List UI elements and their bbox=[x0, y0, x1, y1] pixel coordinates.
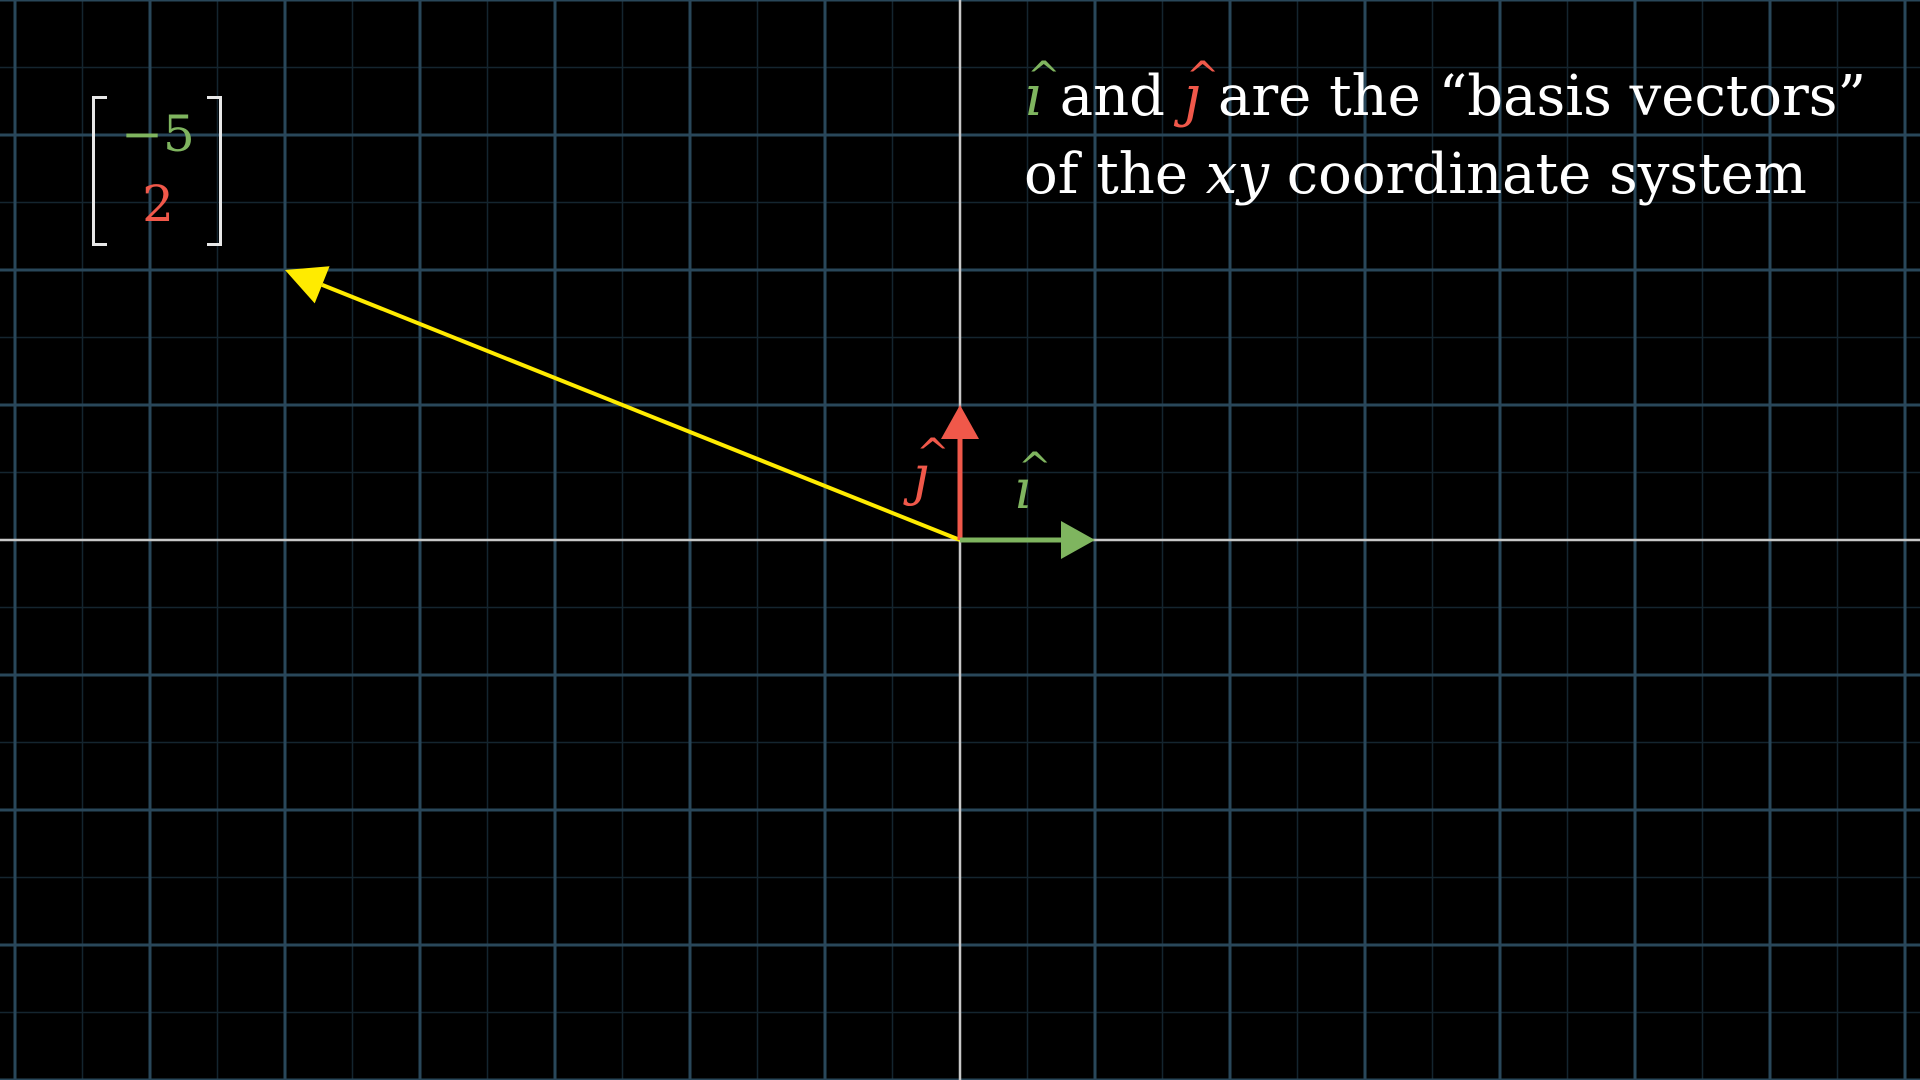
caption-line-1: ^ ı and ^ ȷ are the “basis vectors” bbox=[1024, 54, 1904, 136]
left-bracket bbox=[92, 96, 107, 246]
caption-xy: xy bbox=[1205, 142, 1269, 207]
caption-and: and bbox=[1041, 64, 1183, 129]
vector-x-entry: −5 bbox=[121, 105, 195, 163]
caption-j-hat-accent: ^ bbox=[1185, 54, 1220, 100]
column-vector: −5 2 bbox=[92, 96, 222, 246]
vector-y-entry: 2 bbox=[142, 175, 174, 233]
i-hat-label: ^ ı bbox=[1014, 445, 1052, 520]
caption-line-2: of the xy coordinate system bbox=[1024, 136, 1904, 214]
caption-j-hat: ^ ȷ bbox=[1183, 54, 1220, 136]
caption-line-2-pre: of the bbox=[1024, 142, 1206, 207]
caption: ^ ı and ^ ȷ are the “basis vectors” of the… bbox=[1024, 54, 1904, 214]
j-hat-accent: ^ bbox=[916, 431, 950, 477]
caption-line-2-post: coordinate system bbox=[1268, 142, 1807, 207]
right-bracket bbox=[207, 96, 222, 246]
i-hat-accent: ^ bbox=[1018, 445, 1052, 491]
caption-line-1-rest: are the “basis vectors” bbox=[1200, 64, 1867, 129]
caption-i-hat: ^ ı bbox=[1024, 54, 1061, 136]
yellow-vector-shaft bbox=[321, 282, 961, 542]
caption-i-hat-accent: ^ bbox=[1027, 54, 1061, 100]
coordinate-plane-scene: −5 2 ^ ȷ ^ ı ^ ı and ^ ȷ are the “basis ve… bbox=[0, 0, 1920, 1080]
j-hat-label: ^ ȷ bbox=[912, 431, 950, 506]
i-hat-vector-head bbox=[1061, 521, 1095, 559]
